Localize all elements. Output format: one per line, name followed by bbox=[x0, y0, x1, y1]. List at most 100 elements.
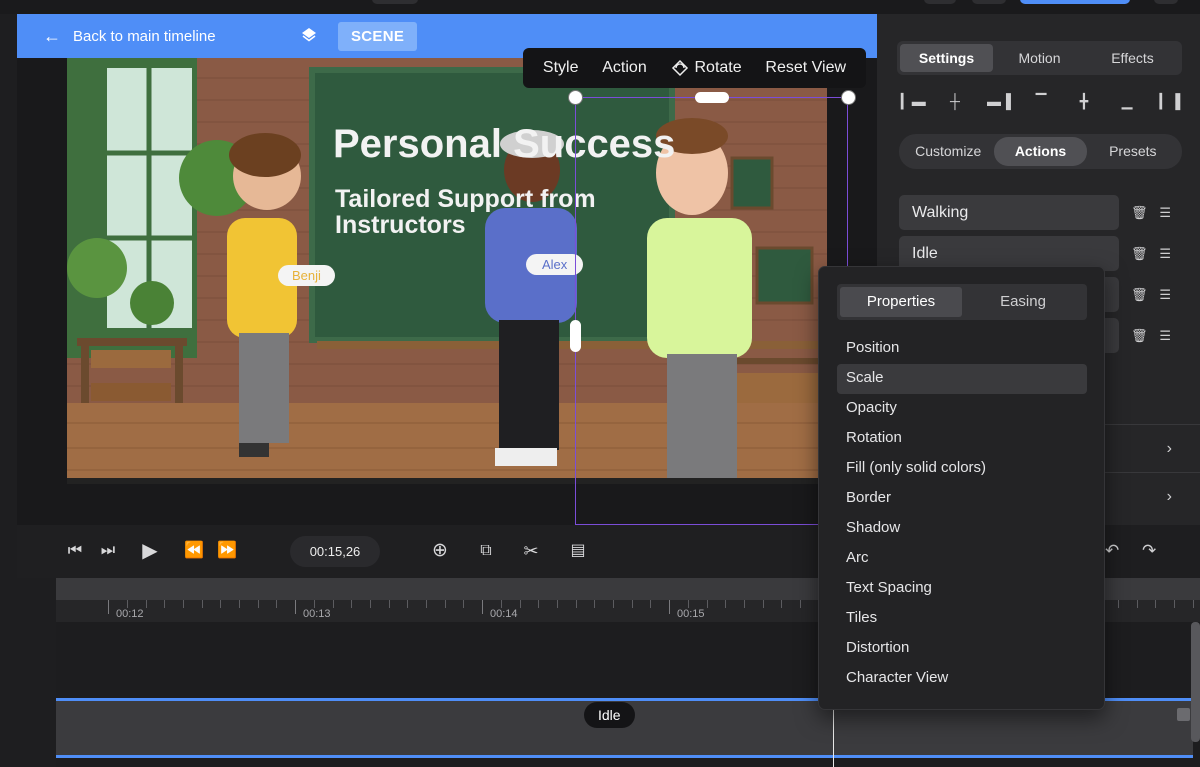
top-strip-primary-button[interactable] bbox=[1020, 0, 1130, 4]
top-strip-control[interactable] bbox=[1154, 0, 1178, 4]
rotate-label: Rotate bbox=[694, 59, 742, 76]
ruler-tick bbox=[389, 600, 390, 608]
ruler-tick bbox=[557, 600, 558, 608]
ruler-label: 00:14 bbox=[490, 608, 518, 620]
undo-icon[interactable]: ↶ bbox=[1105, 541, 1119, 561]
property-item-fill[interactable]: Fill (only solid colors) bbox=[837, 454, 1087, 484]
board-subtitle-line-2: Instructors bbox=[335, 211, 466, 239]
tab-easing[interactable]: Easing bbox=[962, 287, 1084, 317]
step-forward-icon[interactable]: ⏭ bbox=[97, 540, 119, 562]
trash-icon[interactable]: 🗑 bbox=[1131, 246, 1148, 262]
resize-handle-top-right[interactable] bbox=[841, 90, 856, 105]
duplicate-icon[interactable]: ⧉ bbox=[475, 540, 497, 562]
align-middle-vertical-icon[interactable]: ╋ bbox=[1073, 90, 1095, 112]
action-row-icons: 🗑 ☰ bbox=[1131, 203, 1171, 223]
top-strip-control[interactable] bbox=[372, 0, 418, 4]
trash-icon[interactable]: 🗑 bbox=[1131, 205, 1148, 221]
transport-bar: ⏮ ⏭ ▶ ⏪ ⏩ 00:15,26 ⊕ ⧉ ✂ ▤ bbox=[17, 525, 877, 578]
action-row-icons: 🗑 ☰ bbox=[1131, 244, 1171, 264]
align-left-icon[interactable]: ▎▬ bbox=[901, 90, 926, 112]
style-button[interactable]: Style bbox=[543, 59, 579, 77]
drag-handle-icon[interactable]: ☰ bbox=[1159, 205, 1171, 221]
board-subtitle-line-1: Tailored Support from bbox=[335, 185, 596, 213]
resize-handle-left[interactable] bbox=[570, 320, 581, 352]
ruler-tick bbox=[650, 600, 651, 608]
property-item-opacity[interactable]: Opacity bbox=[837, 394, 1087, 424]
property-item-character-view[interactable]: Character View bbox=[837, 664, 1087, 694]
rotate-button[interactable]: Rotate bbox=[671, 59, 742, 77]
property-item-shadow[interactable]: Shadow bbox=[837, 514, 1087, 544]
drag-handle-icon[interactable]: ☰ bbox=[1159, 328, 1171, 344]
align-top-icon[interactable]: ▔ bbox=[1030, 90, 1052, 112]
tab-motion[interactable]: Motion bbox=[993, 44, 1086, 72]
tab-effects[interactable]: Effects bbox=[1086, 44, 1179, 72]
drag-handle-icon[interactable]: ☰ bbox=[1159, 246, 1171, 262]
property-item-distortion[interactable]: Distortion bbox=[837, 634, 1087, 664]
resize-handle-top[interactable] bbox=[695, 92, 729, 103]
captions-icon[interactable]: ▤ bbox=[567, 540, 589, 562]
action-item-walking[interactable]: Walking bbox=[899, 195, 1119, 230]
property-list: Position Scale Opacity Rotation Fill (on… bbox=[837, 334, 1087, 694]
property-item-rotation[interactable]: Rotation bbox=[837, 424, 1087, 454]
ruler-tick bbox=[127, 600, 128, 608]
ruler-tick bbox=[576, 600, 577, 608]
tab-properties[interactable]: Properties bbox=[840, 287, 962, 317]
add-icon[interactable]: ⊕ bbox=[429, 540, 451, 562]
fast-forward-icon[interactable]: ⏩ bbox=[216, 540, 238, 562]
ruler-tick bbox=[445, 600, 446, 608]
ruler-tick bbox=[725, 600, 726, 608]
property-item-text-spacing[interactable]: Text Spacing bbox=[837, 574, 1087, 604]
ruler-tick bbox=[146, 600, 147, 608]
tab-actions[interactable]: Actions bbox=[994, 137, 1087, 166]
ruler-tick bbox=[744, 600, 745, 608]
resize-handle-top-left[interactable] bbox=[568, 90, 583, 105]
distribute-horizontal-icon[interactable]: ▎▐ bbox=[1159, 90, 1181, 112]
ruler-tick bbox=[632, 600, 633, 608]
ruler-tick bbox=[370, 600, 371, 608]
align-center-horizontal-icon[interactable]: ┼ bbox=[944, 90, 966, 112]
tab-settings[interactable]: Settings bbox=[900, 44, 993, 72]
drag-handle-icon[interactable]: ☰ bbox=[1159, 287, 1171, 303]
redo-icon[interactable]: ↷ bbox=[1142, 541, 1156, 561]
rewind-icon[interactable]: ⏪ bbox=[183, 540, 205, 562]
scissors-icon[interactable]: ✂ bbox=[520, 540, 542, 562]
ruler-tick bbox=[407, 600, 408, 608]
timeline-scrollbar[interactable] bbox=[1191, 622, 1200, 742]
layers-icon[interactable] bbox=[300, 26, 318, 44]
ruler-tick bbox=[1137, 600, 1138, 608]
property-item-position[interactable]: Position bbox=[837, 334, 1087, 364]
action-button[interactable]: Action bbox=[602, 59, 646, 77]
align-right-icon[interactable]: ▬▐ bbox=[987, 90, 1011, 112]
name-tag-benji[interactable]: Benji bbox=[278, 265, 335, 286]
property-item-border[interactable]: Border bbox=[837, 484, 1087, 514]
reset-view-button[interactable]: Reset View bbox=[765, 59, 846, 77]
back-arrow-icon[interactable]: ← bbox=[43, 26, 63, 46]
chevron-right-icon[interactable]: › bbox=[1167, 440, 1172, 458]
skip-to-start-icon[interactable]: ⏮ bbox=[64, 540, 86, 562]
play-icon[interactable]: ▶ bbox=[139, 540, 161, 562]
rotate-icon bbox=[671, 59, 688, 77]
selection-box[interactable] bbox=[575, 97, 848, 525]
ruler-tick bbox=[220, 600, 221, 608]
dropdown-tabs: Properties Easing bbox=[837, 284, 1087, 320]
floating-toolbar: Style Action Rotate Reset View bbox=[523, 48, 866, 88]
property-item-scale[interactable]: Scale bbox=[837, 364, 1087, 394]
property-item-arc[interactable]: Arc bbox=[837, 544, 1087, 574]
scene-chip[interactable]: SCENE bbox=[338, 22, 418, 51]
align-bottom-icon[interactable]: ▁ bbox=[1116, 90, 1138, 112]
trash-icon[interactable]: 🗑 bbox=[1131, 328, 1148, 344]
ruler-tick bbox=[202, 600, 203, 608]
ruler-tick bbox=[669, 600, 670, 614]
top-strip-control[interactable] bbox=[924, 0, 956, 4]
clip-end-handle[interactable] bbox=[1177, 708, 1190, 721]
ruler-tick bbox=[351, 600, 352, 608]
top-strip-control[interactable] bbox=[972, 0, 1006, 4]
trash-icon[interactable]: 🗑 bbox=[1131, 287, 1148, 303]
ruler-label: 00:13 bbox=[303, 608, 331, 620]
tab-customize[interactable]: Customize bbox=[902, 137, 994, 166]
property-item-tiles[interactable]: Tiles bbox=[837, 604, 1087, 634]
tab-presets[interactable]: Presets bbox=[1087, 137, 1179, 166]
back-to-main-timeline-link[interactable]: Back to main timeline bbox=[73, 28, 216, 45]
chevron-right-icon[interactable]: › bbox=[1167, 488, 1172, 506]
ruler-tick bbox=[501, 600, 502, 608]
